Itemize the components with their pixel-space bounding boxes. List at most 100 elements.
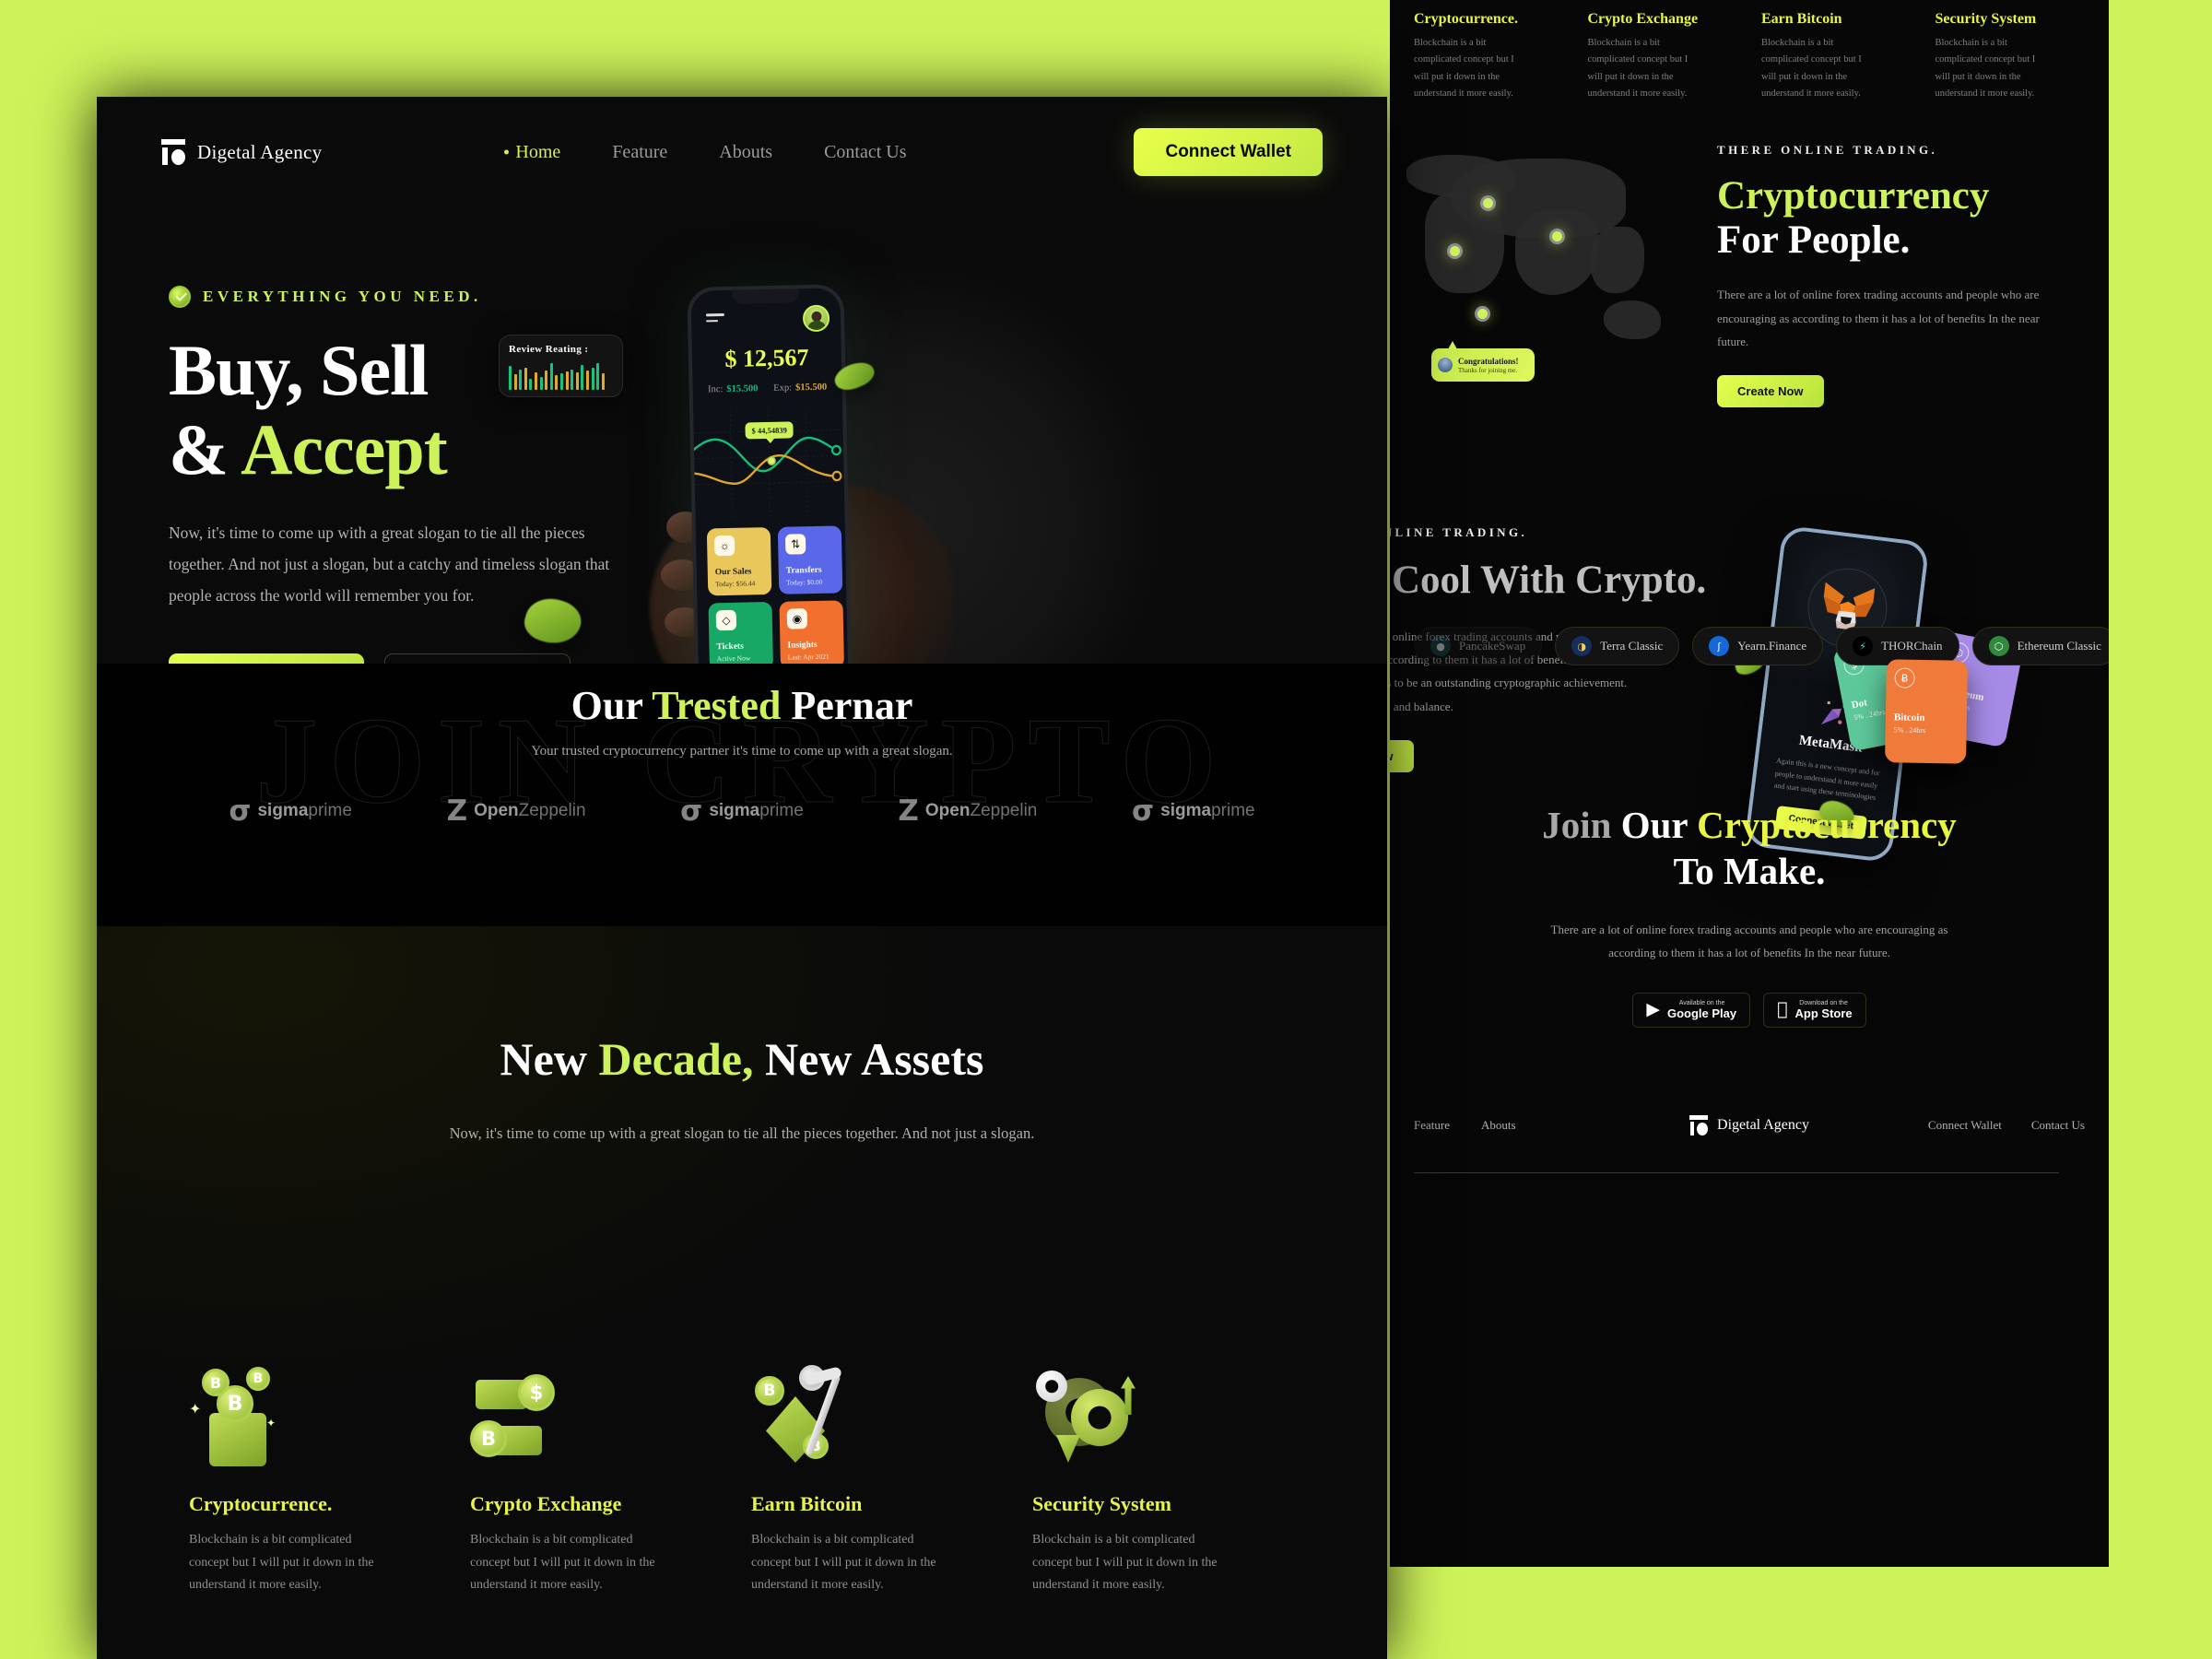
section-eyebrow: THERE ONLINE TRADING. bbox=[1390, 525, 1528, 539]
app-store-badge[interactable]:  Download on the App Store bbox=[1763, 992, 1866, 1028]
expense-label: Exp: bbox=[773, 382, 793, 394]
feature-desc: Blockchain is a bit complicated concept … bbox=[1032, 1533, 1218, 1592]
feature-desc: Blockchain is a bit complicated concept … bbox=[470, 1533, 655, 1592]
google-play-badge[interactable]: ▶ Available on the Google Play bbox=[1632, 992, 1751, 1028]
pill-terra-classic[interactable]: ◑ Terra Classic bbox=[1555, 627, 1680, 665]
partner-logo-sigma-prime[interactable]: σ sigmaprime bbox=[229, 794, 352, 828]
review-bar bbox=[591, 368, 594, 390]
gear-shield-icon bbox=[1032, 1369, 1295, 1472]
logo-mark-icon bbox=[1689, 1115, 1709, 1135]
cta-title-accent: Cryptocurrency bbox=[1697, 804, 1957, 846]
avatar[interactable] bbox=[802, 304, 830, 333]
partner-logo-openzeppelin[interactable]: Z OpenZeppelin bbox=[898, 794, 1037, 828]
review-bar bbox=[581, 365, 584, 390]
hero-title-accent: Accept bbox=[241, 408, 448, 489]
review-bar bbox=[555, 375, 559, 390]
partners-title-b: Pernar bbox=[781, 683, 913, 728]
map-pin[interactable] bbox=[1549, 229, 1565, 244]
footer-brand: Digetal Agency bbox=[1607, 1115, 1891, 1135]
feature-title: Security System bbox=[1032, 1492, 1171, 1515]
expense-value: $15.500 bbox=[794, 382, 828, 394]
feature-title: Crypto Exchange bbox=[470, 1492, 622, 1515]
assets-title-a: New bbox=[500, 1033, 599, 1085]
cta-title-line2: To Make. bbox=[1673, 850, 1826, 893]
review-rating-card: Review Reating : bbox=[499, 335, 623, 397]
tile-sub: Today: $56.44 bbox=[714, 579, 756, 589]
pill-ethereum-classic[interactable]: ⬡ Ethereum Classic bbox=[1971, 627, 2109, 665]
review-bar bbox=[549, 363, 553, 390]
bitcoin-box-icon: B B B ✦ ✦ bbox=[189, 1367, 452, 1472]
right-cta-section: Join Our Cryptocurrency To Make. There a… bbox=[1390, 774, 2109, 1088]
partner-name-light: Zeppelin bbox=[518, 801, 586, 820]
feature-card-cryptocurrence: B B B ✦ ✦ Cryptocurrence. Blockchain is … bbox=[189, 1367, 452, 1597]
hero-paragraph: Now, it's time to come up with a great s… bbox=[169, 524, 610, 606]
feature-card-earn-bitcoin: B B ◆ Earn Bitcoin Blockchain is a bit c… bbox=[751, 1365, 1014, 1597]
partner-logo-openzeppelin[interactable]: Z OpenZeppelin bbox=[447, 794, 586, 828]
cta-title-dim: Join bbox=[1542, 804, 1621, 846]
nav-link-contact-us[interactable]: Contact Us bbox=[824, 142, 906, 163]
nav-link-feature[interactable]: Feature bbox=[612, 142, 667, 163]
partners-section: JOIN CRYPTO Our Trested Pernar Your trus… bbox=[97, 664, 1387, 926]
footer-link-contact-us[interactable]: Contact Us bbox=[2031, 1118, 2085, 1133]
connect-wallet-button[interactable]: Connect Wallet bbox=[1134, 128, 1323, 176]
review-bar bbox=[519, 370, 523, 390]
footer-link-connect-wallet[interactable]: Connect Wallet bbox=[1928, 1118, 2002, 1133]
create-now-button[interactable]: Create Now bbox=[1390, 739, 1414, 772]
terra-icon: ◑ bbox=[1571, 636, 1593, 656]
tile-sub: Today: $0.00 bbox=[785, 577, 823, 587]
right-feature-title: Security System bbox=[1935, 11, 2037, 27]
tile-transfers[interactable]: ⇅ Transfers Today: $0.00 bbox=[777, 525, 843, 594]
nav-link-home[interactable]: Home bbox=[515, 142, 560, 163]
ticket-icon: ◇ bbox=[715, 609, 737, 631]
pill-yearn-finance[interactable]: ʃ Yearn.Finance bbox=[1692, 627, 1824, 665]
partner-logo-sigma-prime[interactable]: σ sigmaprime bbox=[1132, 794, 1255, 828]
store-badges: ▶ Available on the Google Play  Downloa… bbox=[1390, 992, 2109, 1028]
map-pin[interactable] bbox=[1475, 306, 1490, 322]
review-bar bbox=[524, 368, 527, 390]
nav-link-abouts[interactable]: Abouts bbox=[719, 142, 772, 163]
map-tooltip-sub: Thanks for joining me. bbox=[1458, 366, 1518, 374]
pill-label: Yearn.Finance bbox=[1737, 639, 1807, 653]
tile-our-sales[interactable]: ☼ Our Sales Today: $56.44 bbox=[706, 526, 772, 596]
review-rating-title: Review Reating : bbox=[509, 344, 589, 355]
pill-label: Ethereum Classic bbox=[2017, 639, 2101, 653]
footer-link-abouts[interactable]: Abouts bbox=[1481, 1118, 1516, 1133]
review-bar bbox=[545, 371, 548, 390]
partners-title-accent: Trested bbox=[652, 683, 782, 728]
footer-link-feature[interactable]: Feature bbox=[1414, 1118, 1450, 1133]
pickaxe-icon: B B bbox=[1761, 0, 1926, 2]
tile-tickets[interactable]: ◇ Tickets Active Now bbox=[708, 601, 773, 671]
review-bar bbox=[585, 371, 589, 390]
feature-card-crypto-exchange: $ B Crypto Exchange Blockchain is a bit … bbox=[470, 1369, 733, 1597]
review-bar bbox=[559, 373, 563, 390]
review-bar bbox=[575, 372, 579, 390]
pill-label: Terra Classic bbox=[1600, 639, 1664, 653]
pill-pancakeswap[interactable]: ● PancakeSwap bbox=[1414, 627, 1543, 665]
section-title-rest: For People. bbox=[1717, 218, 1911, 263]
sigma-icon: σ bbox=[680, 794, 703, 828]
logo-mark-icon bbox=[161, 139, 185, 165]
review-bar bbox=[601, 373, 605, 390]
left-panel: Digetal Agency Home Feature Abouts Conta… bbox=[97, 97, 1387, 1659]
exchange-arrows-icon: $ B bbox=[470, 1369, 733, 1472]
map-tooltip-title: Congratulations! bbox=[1458, 356, 1519, 366]
gear-shield-icon bbox=[1936, 0, 2100, 2]
section-title-rest: Cool With Crypto. bbox=[1390, 559, 1707, 602]
insight-icon: ◉ bbox=[786, 608, 808, 629]
right-feature-row: B B \u2726 Cryptocurrence. Blockchain is… bbox=[1390, 0, 2109, 103]
map-tooltip: Congratulations! Thanks for joining me. bbox=[1431, 341, 1535, 382]
partner-logo-sigma-prime[interactable]: σ sigmaprime bbox=[680, 794, 804, 828]
cta-paragraph: There are a lot of online forex trading … bbox=[1550, 923, 1948, 960]
map-pin[interactable] bbox=[1447, 243, 1463, 259]
exchange-arrows-icon: $ B bbox=[1588, 0, 1753, 2]
coin-card-bitcoin[interactable]: Ƀ Bitcoin 5% . 24hrs bbox=[1885, 659, 1968, 764]
right-feature-card: B B \u2726 Cryptocurrence. Blockchain is… bbox=[1414, 0, 1579, 103]
brand[interactable]: Digetal Agency bbox=[161, 139, 322, 165]
create-now-button[interactable]: Create Now bbox=[1717, 375, 1824, 408]
balance-amount: $ 12,567 bbox=[724, 344, 809, 372]
tile-insights[interactable]: ◉ Insights Last: Apr 2021 bbox=[779, 600, 844, 669]
store-small-label: Available on the bbox=[1678, 999, 1725, 1006]
map-pin[interactable] bbox=[1480, 195, 1496, 211]
hamburger-menu-icon[interactable] bbox=[705, 312, 724, 325]
avatar bbox=[1438, 358, 1453, 372]
